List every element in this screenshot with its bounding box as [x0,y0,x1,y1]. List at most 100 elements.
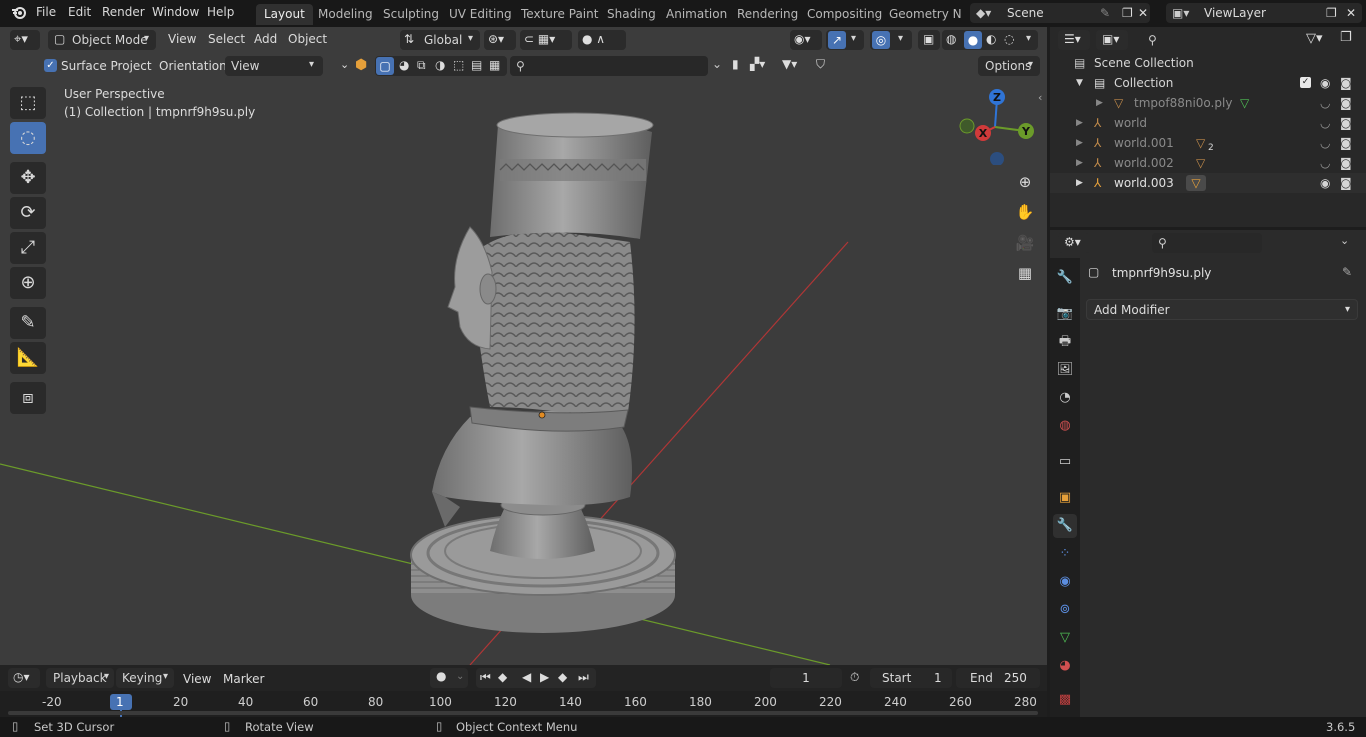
layout-icon[interactable]: ▞▾ [750,57,765,71]
camera-render-icon[interactable]: ◙ [1340,153,1352,173]
tab-animation[interactable]: Animation [658,4,735,25]
navigation-gizmo[interactable]: Z Y X [955,85,1035,165]
scale-tool[interactable]: ⤢ [10,232,46,264]
select-box-tool[interactable]: ⬚ [10,87,46,119]
expand-arrow-icon[interactable]: ▶ [1076,173,1083,193]
pan-hand-icon[interactable]: ✋ [1012,199,1038,225]
funnel-down-icon[interactable]: ⌄ [712,57,722,71]
outliner-row-object[interactable]: ▶ ⅄ world.003 ▽ ◉ ◙ [1050,173,1366,193]
tab-uv-editing[interactable]: UV Editing [441,4,520,25]
camera-render-icon[interactable]: ◙ [1340,73,1352,93]
outliner-row-object[interactable]: ▶ ▽ tmpof88ni0o.ply ▽ ◡ ◙ [1050,93,1366,113]
tab-rendering[interactable]: Rendering [729,4,806,25]
transform-orientation-selector[interactable]: ⇅ Global ▾ [400,30,480,50]
snap-element-buttons[interactable]: ▢ ◕ ⧉ ◑ ⬚ ▤ ▦ [375,56,507,76]
bookmark-icon[interactable]: ▮ [732,57,739,71]
select-box-icon[interactable]: ▢ [376,57,394,75]
timeline-menu-view[interactable]: View [183,672,211,686]
eye-closed-icon[interactable]: ◡ [1320,113,1330,133]
tab-geometry-nodes[interactable]: Geometry Noc [881,4,961,25]
scene-tab-icon[interactable]: ◔ [1053,386,1077,410]
add-modifier-dropdown[interactable]: Add Modifier ▾ [1086,299,1358,320]
menu-help[interactable]: Help [207,5,234,19]
shield-icon[interactable]: ⛉ [816,57,825,72]
exclude-checkbox[interactable]: ✓ [1300,77,1311,88]
menu-render[interactable]: Render [102,5,145,19]
end-frame-field[interactable]: End 250 [956,668,1040,688]
overlays-toggle[interactable]: ◎ ▾ [870,30,912,50]
grid-icon[interactable]: ▦ [489,58,500,72]
tool-tab-icon[interactable]: 🔧 [1053,266,1077,290]
data-tab-icon[interactable]: ▽ [1053,626,1077,650]
world-tab-icon[interactable]: ◍ [1053,414,1077,438]
collection-tab-icon[interactable]: ▭ [1053,450,1077,474]
annotate-tool[interactable]: ✎ [10,307,46,339]
new-scene-icon[interactable]: ❐ [1122,3,1133,23]
output-tab-icon[interactable]: 🖶 [1053,330,1077,354]
editor-type-button[interactable]: ⌖▾ [10,30,40,50]
tab-layout[interactable]: Layout [256,4,313,25]
eye-icon[interactable]: ◉ [1320,173,1330,193]
menu-edit[interactable]: Edit [68,5,91,19]
wireframe-shading-icon[interactable]: ◍ [946,32,956,46]
expand-arrow-icon[interactable]: ▶ [1076,153,1083,173]
material-tab-icon[interactable]: ◕ [1053,654,1077,678]
blender-logo-icon[interactable] [10,4,28,22]
playback-controls[interactable]: ⏮ ◆ ◀ ▶ ◆ ⏭ [476,668,596,688]
outliner-row-scene-collection[interactable]: ▤ Scene Collection [1050,53,1366,73]
zoom-icon[interactable]: ⊕ [1012,169,1038,195]
menu-file[interactable]: File [36,5,56,19]
viewport-search-input[interactable]: ⚲ [510,56,708,76]
measure-tool[interactable]: 📐 [10,342,46,374]
eye-closed-icon[interactable]: ◡ [1320,133,1330,153]
expand-arrow-icon[interactable]: ▼ [1076,73,1083,93]
menu-window[interactable]: Window [152,5,199,19]
physics-tab-icon[interactable]: ◉ [1053,570,1077,594]
tab-compositing[interactable]: Compositing [799,4,890,25]
texture-tab-icon[interactable]: ▩ [1053,688,1077,712]
tab-modeling[interactable]: Modeling [310,4,381,25]
modifier-tab-icon[interactable]: 🔧 [1053,514,1077,538]
3d-viewport[interactable]: ⌖▾ ▢ Object Mode ▾ View Select Add Objec… [0,27,1047,665]
face-icon[interactable]: ▤ [471,58,482,72]
object-tab-icon[interactable]: ▣ [1053,486,1077,510]
auto-keying-button[interactable]: ● ⌄ [430,668,468,688]
stopwatch-icon[interactable]: ⏱ [850,670,859,685]
scene-selector[interactable]: ◆▾ Scene ✎ ❐ ✕ [970,3,1150,23]
shaded-sphere-icon[interactable]: ◑ [435,58,445,72]
properties-editor-type[interactable]: ⚙▾ [1058,233,1090,253]
next-keyframe-icon[interactable]: ◆ [558,670,567,684]
orientation-dropdown[interactable]: View ▾ [225,56,323,76]
surface-project-checkbox[interactable]: ✓ [44,59,57,72]
perspective-grid-icon[interactable]: ▦ [1012,260,1038,286]
expand-arrow-icon[interactable]: ▶ [1096,93,1103,113]
pivot-point-button[interactable]: ⊛▾ [484,30,516,50]
pin-icon[interactable]: ✎ [1342,265,1352,279]
move-tool[interactable]: ✥ [10,162,46,194]
tab-sculpting[interactable]: Sculpting [375,4,447,25]
jump-start-icon[interactable]: ⏮ [480,670,491,685]
visibility-button[interactable]: ◉▾ [790,30,822,50]
sidebar-toggle-icon[interactable]: ‹ [1038,91,1042,104]
expand-arrow-icon[interactable]: ▶ [1076,133,1083,153]
current-frame-field[interactable]: 1 [770,668,842,688]
gizmo-toggle[interactable]: ↗ ▾ [826,30,864,50]
mode-selector[interactable]: ▢ Object Mode ▾ [48,30,156,50]
eye-icon[interactable]: ◉ [1320,73,1330,93]
menu-object[interactable]: Object [288,32,327,46]
properties-search-input[interactable]: ⚲ [1152,233,1262,253]
eye-closed-icon[interactable]: ◡ [1320,93,1330,113]
shading-modes[interactable]: ◍ ● ◐ ◌ ▾ [942,30,1038,50]
camera-render-icon[interactable]: ◙ [1340,113,1352,133]
cube-group-icon[interactable]: ⧉ [417,58,426,73]
expand-arrow-icon[interactable]: ▶ [1076,113,1083,133]
close-view-layer-icon[interactable]: ✕ [1346,3,1356,23]
tab-texture-paint[interactable]: Texture Paint [513,4,606,25]
tab-shading[interactable]: Shading [599,4,664,25]
play-reverse-icon[interactable]: ◀ [522,670,531,684]
view-layer-tab-icon[interactable]: 🖼 [1053,358,1077,382]
cursor-tool[interactable]: ◌ [10,122,46,154]
menu-view[interactable]: View [168,32,196,46]
prev-keyframe-icon[interactable]: ◆ [498,670,507,684]
hexagon-icon[interactable]: ⬢ [355,57,367,73]
